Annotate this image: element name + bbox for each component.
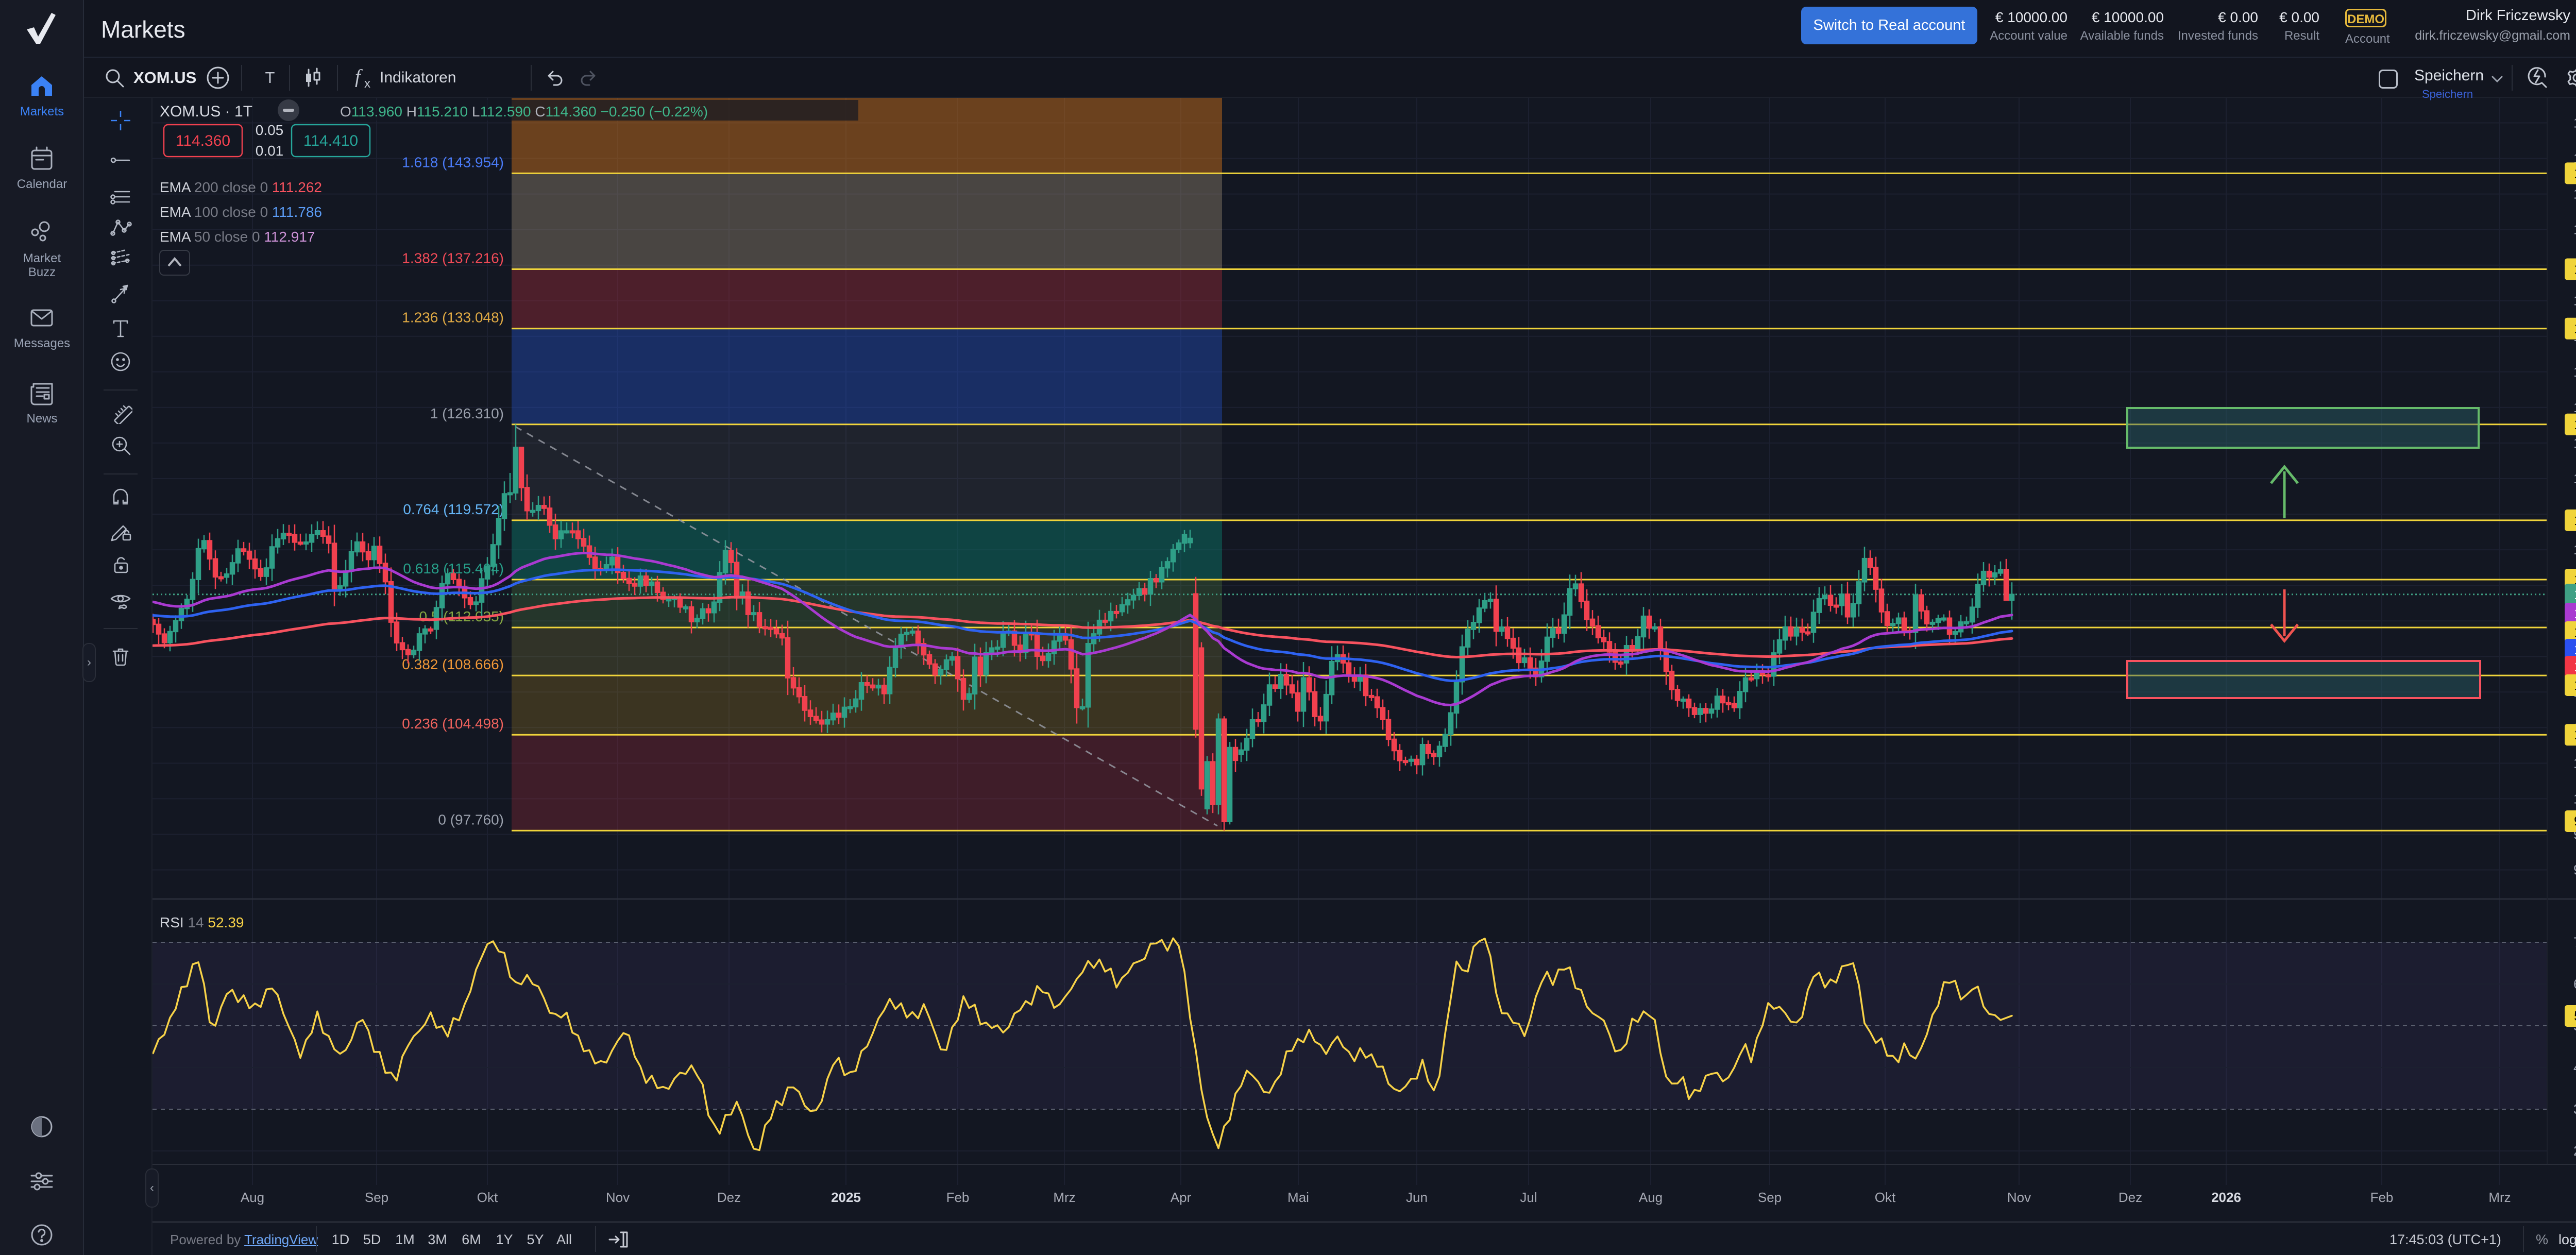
svg-text:140.000: 140.000 [2573, 222, 2576, 238]
svg-text:122.500: 122.500 [2573, 471, 2576, 486]
svg-text:Nov: Nov [2007, 1190, 2031, 1205]
svg-text:108.666: 108.666 [2574, 677, 2576, 693]
svg-text:EMA 50 close 0 112.917: EMA 50 close 0 112.917 [160, 229, 315, 245]
svg-text:70.00: 70.00 [2573, 935, 2576, 950]
svg-text:147.500: 147.500 [2573, 115, 2576, 131]
svg-text:XOM.US · 1T: XOM.US · 1T [160, 103, 252, 120]
svg-text:127.500: 127.500 [2573, 400, 2576, 415]
svg-text:117.500: 117.500 [2573, 542, 2576, 557]
svg-text:40.00: 40.00 [2573, 1060, 2576, 1075]
svg-text:102.500: 102.500 [2573, 755, 2576, 771]
svg-text:60.00: 60.00 [2573, 976, 2576, 992]
svg-text:O113.960 H115.210 L112.590 C11: O113.960 H115.210 L112.590 C114.360 −0.2… [340, 104, 708, 120]
svg-text:111.262: 111.262 [2574, 659, 2576, 674]
svg-text:EMA 100 close 0 111.786: EMA 100 close 0 111.786 [160, 204, 322, 220]
svg-text:f: f [355, 66, 363, 88]
svg-text:Aug: Aug [1639, 1190, 1663, 1205]
svg-text:Nov: Nov [606, 1190, 630, 1205]
svg-text:52.39: 52.39 [2574, 1008, 2576, 1024]
svg-text:1.618 (143.954): 1.618 (143.954) [402, 154, 504, 170]
svg-text:0.05: 0.05 [256, 122, 284, 138]
svg-text:Sep: Sep [1758, 1190, 1782, 1205]
svg-text:0.236 (104.498): 0.236 (104.498) [402, 716, 504, 732]
svg-text:114.410: 114.410 [303, 132, 358, 149]
svg-text:133.048: 133.048 [2574, 321, 2576, 336]
svg-text:112.035: 112.035 [2574, 624, 2576, 640]
svg-text:1 (126.310): 1 (126.310) [430, 405, 504, 421]
svg-text:97.760: 97.760 [2574, 813, 2576, 829]
svg-text:Dez: Dez [717, 1190, 741, 1205]
svg-text:142.500: 142.500 [2573, 186, 2576, 202]
svg-text:1.382 (137.216): 1.382 (137.216) [402, 250, 504, 266]
svg-text:Feb: Feb [2370, 1190, 2394, 1205]
svg-text:114.360: 114.360 [2574, 587, 2576, 602]
svg-text:Okt: Okt [477, 1190, 498, 1205]
svg-text:Feb: Feb [946, 1190, 970, 1205]
svg-text:126.310: 126.310 [2574, 417, 2576, 432]
svg-text:111.786: 111.786 [2574, 642, 2576, 657]
svg-text:112.917: 112.917 [2574, 606, 2576, 621]
svg-text:130.000: 130.000 [2573, 364, 2576, 380]
svg-text:0.764 (119.572): 0.764 (119.572) [403, 501, 504, 517]
svg-text:Jun: Jun [1406, 1190, 1428, 1205]
svg-text:114.360: 114.360 [176, 132, 230, 149]
svg-text:20.00: 20.00 [2573, 1143, 2576, 1159]
svg-text:Dez: Dez [2119, 1190, 2142, 1205]
svg-text:104.498: 104.498 [2574, 727, 2576, 742]
svg-text:Okt: Okt [1875, 1190, 1896, 1205]
svg-text:135.000: 135.000 [2573, 293, 2576, 309]
svg-text:2025: 2025 [831, 1190, 861, 1205]
svg-text:95.000: 95.000 [2573, 862, 2576, 878]
svg-text:143.954: 143.954 [2574, 165, 2576, 181]
svg-text:x: x [364, 77, 370, 90]
svg-text:100.000: 100.000 [2573, 791, 2576, 806]
svg-text:30.00: 30.00 [2573, 1101, 2576, 1117]
svg-text:Mrz: Mrz [2488, 1190, 2511, 1205]
svg-text:EMA 200 close 0 111.262: EMA 200 close 0 111.262 [160, 179, 322, 195]
svg-text:119.572: 119.572 [2574, 513, 2576, 528]
svg-text:Mai: Mai [1287, 1190, 1309, 1205]
svg-text:0 (97.760): 0 (97.760) [438, 811, 504, 827]
svg-text:Sep: Sep [365, 1190, 388, 1205]
svg-text:2026: 2026 [2211, 1190, 2241, 1205]
svg-text:RSI 14 52.39: RSI 14 52.39 [160, 914, 244, 930]
svg-text:0.382 (108.666): 0.382 (108.666) [402, 656, 504, 672]
svg-text:Jul: Jul [1520, 1190, 1537, 1205]
svg-text:0.01: 0.01 [256, 143, 284, 159]
svg-text:125.000: 125.000 [2573, 435, 2576, 451]
svg-text:Aug: Aug [241, 1190, 264, 1205]
svg-text:Apr: Apr [1171, 1190, 1192, 1205]
svg-text:Mrz: Mrz [1053, 1190, 1075, 1205]
svg-text:137.216: 137.216 [2574, 262, 2576, 277]
svg-text:1.236 (133.048): 1.236 (133.048) [402, 310, 504, 326]
